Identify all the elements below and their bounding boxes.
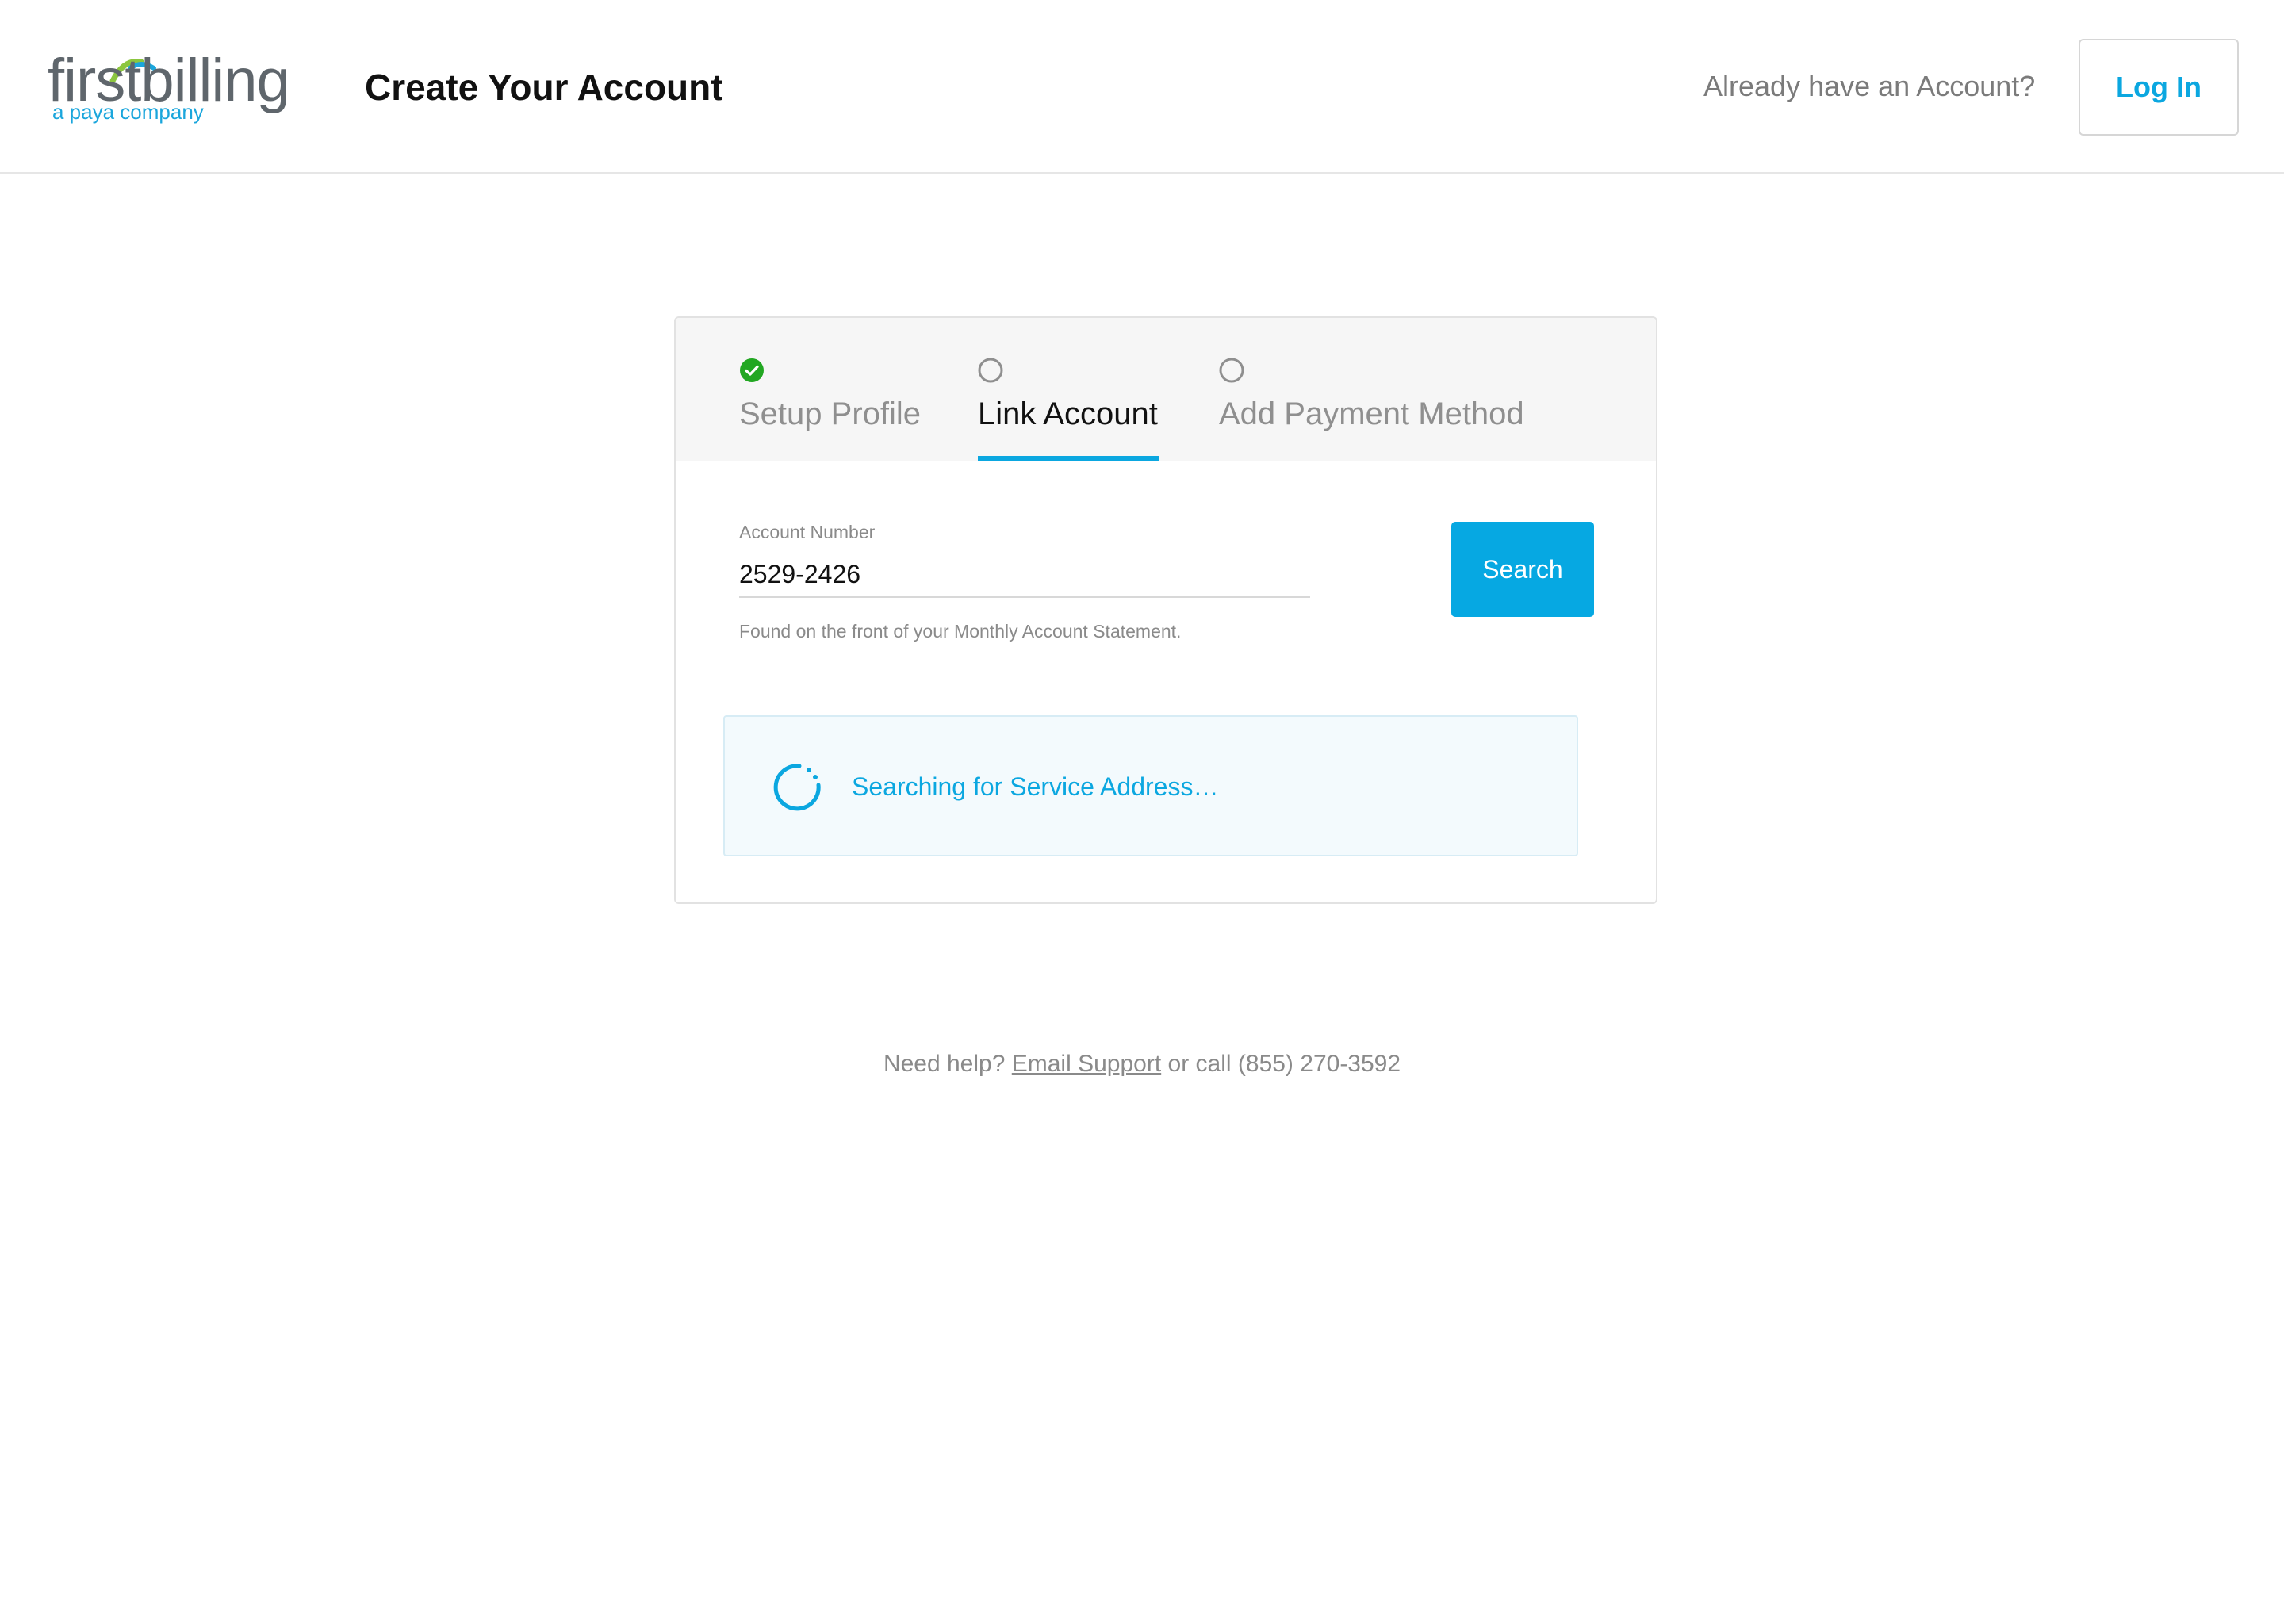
firstbilling-logo[interactable]: firstbilling a paya company [48, 51, 314, 130]
search-status-message: Searching for Service Address… [852, 772, 1219, 801]
active-step-indicator [978, 456, 1159, 461]
search-status-panel: Searching for Service Address… [723, 715, 1578, 856]
step-link-account[interactable]: Link Account [978, 358, 1159, 461]
check-circle-icon [740, 358, 764, 382]
empty-circle-icon [1219, 358, 1244, 383]
page-title: Create Your Account [365, 67, 723, 108]
step-add-payment-method[interactable]: Add Payment Method [1219, 358, 1524, 461]
empty-circle-icon [978, 358, 1003, 383]
step-setup-profile[interactable]: Setup Profile [739, 358, 922, 461]
email-support-link[interactable]: Email Support [1012, 1051, 1161, 1077]
help-prefix: Need help? [883, 1051, 1006, 1077]
logo-tagline: a paya company [52, 100, 204, 124]
step-label: Add Payment Method [1219, 396, 1524, 431]
link-account-card: Setup Profile Link Account Add Payment M… [674, 316, 1657, 904]
search-button[interactable]: Search [1451, 522, 1594, 617]
account-number-input[interactable] [739, 552, 1310, 598]
already-have-account-text: Already have an Account? [1703, 70, 2036, 102]
step-label: Link Account [978, 396, 1158, 431]
top-header: firstbilling a paya company Create Your … [0, 0, 2284, 174]
login-button[interactable]: Log In [2079, 39, 2239, 136]
step-label: Setup Profile [739, 396, 922, 431]
help-footer: Need help? Email Support or call (855) 2… [0, 1048, 2284, 1080]
account-number-hint: Found on the front of your Monthly Accou… [739, 621, 1182, 642]
signup-stepper: Setup Profile Link Account Add Payment M… [676, 318, 1656, 461]
loading-spinner-icon [773, 764, 821, 811]
account-number-label: Account Number [739, 522, 876, 542]
help-phone-text: or call (855) 270-3592 [1167, 1051, 1401, 1077]
